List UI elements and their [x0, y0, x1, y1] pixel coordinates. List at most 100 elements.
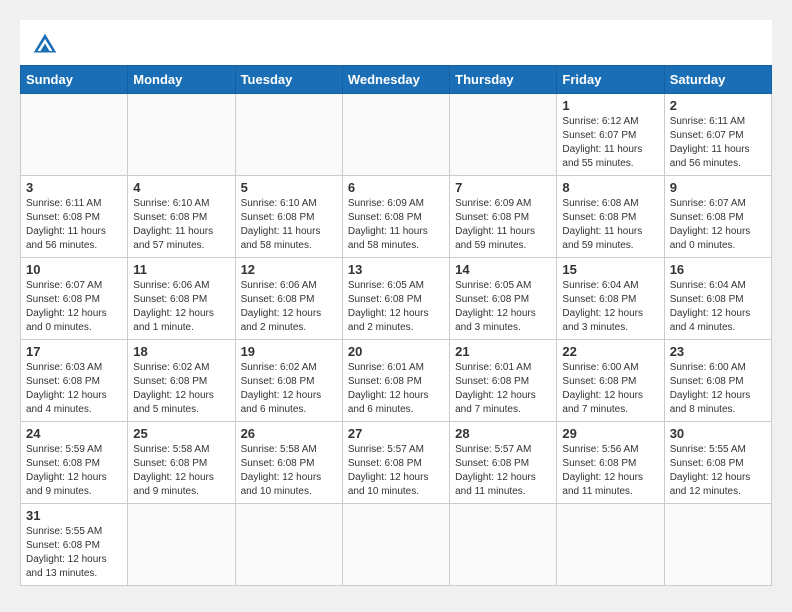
calendar-day-cell: 13Sunrise: 6:05 AM Sunset: 6:08 PM Dayli…	[342, 258, 449, 340]
day-info: Sunrise: 6:01 AM Sunset: 6:08 PM Dayligh…	[348, 361, 444, 417]
day-info: Sunrise: 6:08 AM Sunset: 6:08 PM Dayligh…	[562, 197, 658, 253]
day-number: 9	[670, 180, 766, 195]
calendar-day-cell: 20Sunrise: 6:01 AM Sunset: 6:08 PM Dayli…	[342, 340, 449, 422]
weekday-header-row: SundayMondayTuesdayWednesdayThursdayFrid…	[21, 66, 772, 94]
calendar-day-cell: 17 Sunrise: 6:03 AM Sunset: 6:08 PM Dayli…	[21, 340, 128, 422]
day-number: 18	[133, 344, 229, 359]
day-number: 25	[133, 426, 229, 441]
calendar-week-row: 24Sunrise: 5:59 AM Sunset: 6:08 PM Dayli…	[21, 422, 772, 504]
day-number: 13	[348, 262, 444, 277]
day-info: Sunrise: 5:57 AM Sunset: 6:08 PM Dayligh…	[348, 443, 444, 499]
calendar-day-cell	[450, 504, 557, 586]
day-info: Sunrise: 6:10 AM Sunset: 6:08 PM Dayligh…	[241, 197, 337, 253]
day-number: 16	[670, 262, 766, 277]
calendar-table: SundayMondayTuesdayWednesdayThursdayFrid…	[20, 65, 772, 586]
day-info: Sunrise: 6:11 AM Sunset: 6:07 PM Dayligh…	[670, 115, 766, 171]
day-number: 1	[562, 98, 658, 113]
day-info: Sunrise: 6:05 AM Sunset: 6:08 PM Dayligh…	[455, 279, 551, 335]
day-info: Sunrise: 5:56 AM Sunset: 6:08 PM Dayligh…	[562, 443, 658, 499]
day-info: Sunrise: 6:09 AM Sunset: 6:08 PM Dayligh…	[348, 197, 444, 253]
weekday-header-monday: Monday	[128, 66, 235, 94]
day-info: Sunrise: 6:09 AM Sunset: 6:08 PM Dayligh…	[455, 197, 551, 253]
calendar-day-cell: 24Sunrise: 5:59 AM Sunset: 6:08 PM Dayli…	[21, 422, 128, 504]
day-info: Sunrise: 6:10 AM Sunset: 6:08 PM Dayligh…	[133, 197, 229, 253]
calendar-day-cell: 31 Sunrise: 5:55 AM Sunset: 6:08 PM Dayli…	[21, 504, 128, 586]
day-number: 7	[455, 180, 551, 195]
day-number: 31	[26, 508, 122, 523]
day-info: Sunrise: 6:11 AM Sunset: 6:08 PM Dayligh…	[26, 197, 122, 253]
day-info: Sunrise: 6:00 AM Sunset: 6:08 PM Dayligh…	[670, 361, 766, 417]
calendar-week-row: 17 Sunrise: 6:03 AM Sunset: 6:08 PM Dayli…	[21, 340, 772, 422]
day-number: 8	[562, 180, 658, 195]
calendar-day-cell: 2 Sunrise: 6:11 AM Sunset: 6:07 PM Daylig…	[664, 94, 771, 176]
day-info: Sunrise: 5:58 AM Sunset: 6:08 PM Dayligh…	[133, 443, 229, 499]
calendar-day-cell: 8 Sunrise: 6:08 AM Sunset: 6:08 PM Daylig…	[557, 176, 664, 258]
day-info: Sunrise: 6:07 AM Sunset: 6:08 PM Dayligh…	[26, 279, 122, 335]
day-number: 26	[241, 426, 337, 441]
day-number: 4	[133, 180, 229, 195]
day-info: Sunrise: 5:55 AM Sunset: 6:08 PM Dayligh…	[26, 525, 122, 581]
calendar-week-row: 10 Sunrise: 6:07 AM Sunset: 6:08 PM Dayli…	[21, 258, 772, 340]
calendar-day-cell: 10 Sunrise: 6:07 AM Sunset: 6:08 PM Dayli…	[21, 258, 128, 340]
weekday-header-wednesday: Wednesday	[342, 66, 449, 94]
calendar-day-cell: 27 Sunrise: 5:57 AM Sunset: 6:08 PM Dayli…	[342, 422, 449, 504]
day-info: Sunrise: 5:58 AM Sunset: 6:08 PM Dayligh…	[241, 443, 337, 499]
day-number: 28	[455, 426, 551, 441]
calendar-day-cell	[21, 94, 128, 176]
calendar-day-cell: 9 Sunrise: 6:07 AM Sunset: 6:08 PM Daylig…	[664, 176, 771, 258]
day-info: Sunrise: 5:57 AM Sunset: 6:08 PM Dayligh…	[455, 443, 551, 499]
day-number: 10	[26, 262, 122, 277]
calendar-day-cell	[235, 94, 342, 176]
calendar-day-cell: 21Sunrise: 6:01 AM Sunset: 6:08 PM Dayli…	[450, 340, 557, 422]
day-number: 5	[241, 180, 337, 195]
calendar-day-cell: 19Sunrise: 6:02 AM Sunset: 6:08 PM Dayli…	[235, 340, 342, 422]
day-number: 12	[241, 262, 337, 277]
day-number: 15	[562, 262, 658, 277]
calendar-day-cell	[342, 94, 449, 176]
day-number: 24	[26, 426, 122, 441]
day-number: 3	[26, 180, 122, 195]
day-info: Sunrise: 6:07 AM Sunset: 6:08 PM Dayligh…	[670, 197, 766, 253]
calendar-day-cell	[342, 504, 449, 586]
calendar-day-cell: 16Sunrise: 6:04 AM Sunset: 6:08 PM Dayli…	[664, 258, 771, 340]
calendar-day-cell	[557, 504, 664, 586]
weekday-header-thursday: Thursday	[450, 66, 557, 94]
calendar-day-cell: 15 Sunrise: 6:04 AM Sunset: 6:08 PM Dayli…	[557, 258, 664, 340]
day-number: 2	[670, 98, 766, 113]
calendar-day-cell	[128, 504, 235, 586]
calendar-day-cell: 25 Sunrise: 5:58 AM Sunset: 6:08 PM Dayli…	[128, 422, 235, 504]
day-number: 29	[562, 426, 658, 441]
calendar-day-cell: 3 Sunrise: 6:11 AM Sunset: 6:08 PM Daylig…	[21, 176, 128, 258]
day-number: 11	[133, 262, 229, 277]
day-info: Sunrise: 6:04 AM Sunset: 6:08 PM Dayligh…	[562, 279, 658, 335]
weekday-header-friday: Friday	[557, 66, 664, 94]
day-number: 27	[348, 426, 444, 441]
calendar-day-cell: 18 Sunrise: 6:02 AM Sunset: 6:08 PM Dayli…	[128, 340, 235, 422]
calendar-day-cell: 11 Sunrise: 6:06 AM Sunset: 6:08 PM Dayli…	[128, 258, 235, 340]
day-info: Sunrise: 6:06 AM Sunset: 6:08 PM Dayligh…	[241, 279, 337, 335]
day-info: Sunrise: 6:03 AM Sunset: 6:08 PM Dayligh…	[26, 361, 122, 417]
calendar-day-cell	[664, 504, 771, 586]
day-info: Sunrise: 6:12 AM Sunset: 6:07 PM Dayligh…	[562, 115, 658, 171]
day-number: 14	[455, 262, 551, 277]
logo-area	[30, 30, 64, 60]
day-info: Sunrise: 6:01 AM Sunset: 6:08 PM Dayligh…	[455, 361, 551, 417]
day-info: Sunrise: 6:02 AM Sunset: 6:08 PM Dayligh…	[133, 361, 229, 417]
day-info: Sunrise: 6:00 AM Sunset: 6:08 PM Dayligh…	[562, 361, 658, 417]
weekday-header-sunday: Sunday	[21, 66, 128, 94]
calendar-week-row: 1 Sunrise: 6:12 AM Sunset: 6:07 PM Daylig…	[21, 94, 772, 176]
day-info: Sunrise: 6:06 AM Sunset: 6:08 PM Dayligh…	[133, 279, 229, 335]
calendar-week-row: 31 Sunrise: 5:55 AM Sunset: 6:08 PM Dayli…	[21, 504, 772, 586]
calendar-day-cell: 6 Sunrise: 6:09 AM Sunset: 6:08 PM Daylig…	[342, 176, 449, 258]
weekday-header-tuesday: Tuesday	[235, 66, 342, 94]
calendar-day-cell: 22 Sunrise: 6:00 AM Sunset: 6:08 PM Dayli…	[557, 340, 664, 422]
calendar-day-cell: 1 Sunrise: 6:12 AM Sunset: 6:07 PM Daylig…	[557, 94, 664, 176]
day-number: 30	[670, 426, 766, 441]
day-number: 6	[348, 180, 444, 195]
day-number: 17	[26, 344, 122, 359]
weekday-header-saturday: Saturday	[664, 66, 771, 94]
header-area	[20, 20, 772, 65]
calendar-day-cell: 4 Sunrise: 6:10 AM Sunset: 6:08 PM Daylig…	[128, 176, 235, 258]
calendar-day-cell: 30Sunrise: 5:55 AM Sunset: 6:08 PM Dayli…	[664, 422, 771, 504]
day-number: 22	[562, 344, 658, 359]
